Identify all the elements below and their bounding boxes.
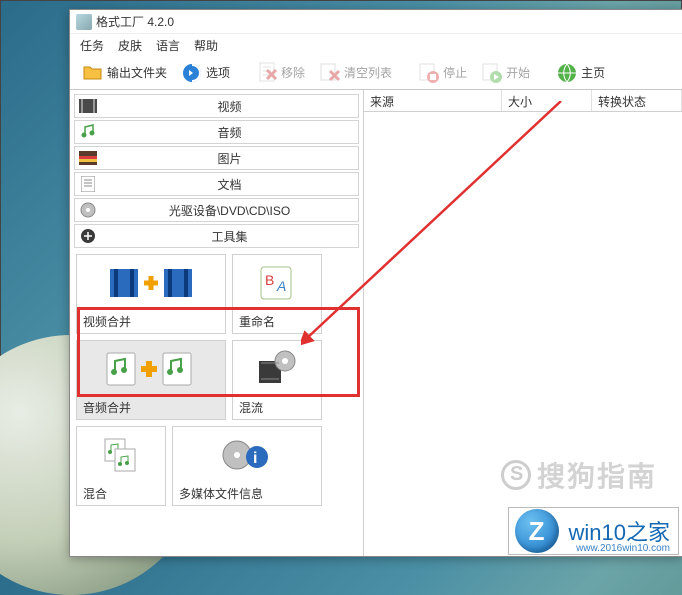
stop-icon [418, 62, 440, 84]
start-icon [481, 62, 503, 84]
menu-skin[interactable]: 皮肤 [118, 37, 142, 54]
mux-icon [233, 341, 321, 396]
app-icon [76, 14, 92, 30]
menu-language[interactable]: 语言 [156, 37, 180, 54]
audio-merge-icon [77, 341, 225, 396]
options-button[interactable]: 选项 [175, 60, 236, 86]
tool-audio-merge[interactable]: 音频合并 [76, 340, 226, 420]
tool-mix[interactable]: 混合 [76, 426, 166, 506]
tools-icon [77, 226, 99, 246]
rename-icon: BA [233, 255, 321, 310]
media-info-icon: i [173, 427, 321, 482]
stop-button[interactable]: 停止 [412, 60, 473, 86]
menu-task[interactable]: 任务 [80, 37, 104, 54]
folder-icon [82, 62, 104, 84]
globe-icon [556, 62, 578, 84]
watermark-sogou: 搜狗指南 [501, 455, 657, 495]
tools-grid: 视频合并 BA 重命名 [74, 250, 359, 510]
video-merge-icon [77, 255, 225, 310]
left-panel: 视频 音频 图片 文档 光驱设备\DVD\CD\ISO 工具集 [70, 90, 364, 556]
remove-button[interactable]: 移除 [250, 60, 311, 86]
win10-logo-icon: Z [515, 509, 559, 553]
category-video[interactable]: 视频 [74, 94, 359, 118]
output-folder-button[interactable]: 输出文件夹 [76, 60, 173, 86]
col-source[interactable]: 来源 [364, 90, 502, 111]
watermark-win10: Z win10之家 www.2016win10.com [508, 507, 679, 555]
window-title: 格式工厂 4.2.0 [96, 13, 174, 30]
category-document[interactable]: 文档 [74, 172, 359, 196]
start-button[interactable]: 开始 [475, 60, 536, 86]
mix-icon [77, 427, 165, 482]
tool-video-merge[interactable]: 视频合并 [76, 254, 226, 334]
svg-text:i: i [253, 450, 257, 467]
svg-text:A: A [276, 278, 286, 294]
tool-media-info[interactable]: i 多媒体文件信息 [172, 426, 322, 506]
list-header: 来源 大小 转换状态 [364, 90, 682, 112]
col-status[interactable]: 转换状态 [592, 90, 682, 111]
disc-icon [77, 200, 99, 220]
category-image[interactable]: 图片 [74, 146, 359, 170]
audio-icon [77, 122, 99, 142]
options-icon [181, 62, 203, 84]
tool-mux[interactable]: 混流 [232, 340, 322, 420]
tool-rename[interactable]: BA 重命名 [232, 254, 322, 334]
col-size[interactable]: 大小 [502, 90, 592, 111]
image-icon [77, 148, 99, 168]
titlebar: 格式工厂 4.2.0 [70, 10, 682, 34]
video-icon [77, 96, 99, 116]
homepage-button[interactable]: 主页 [550, 60, 611, 86]
svg-text:B: B [265, 272, 274, 288]
document-icon [77, 174, 99, 194]
category-tools[interactable]: 工具集 [74, 224, 359, 248]
category-audio[interactable]: 音频 [74, 120, 359, 144]
category-optical[interactable]: 光驱设备\DVD\CD\ISO [74, 198, 359, 222]
clear-icon [319, 62, 341, 84]
clear-list-button[interactable]: 清空列表 [313, 60, 398, 86]
menu-help[interactable]: 帮助 [194, 37, 218, 54]
menubar: 任务 皮肤 语言 帮助 [70, 34, 682, 56]
toolbar: 输出文件夹 选项 移除 清空列表 停止 [70, 56, 682, 90]
sogou-logo-icon [501, 460, 531, 490]
remove-icon [256, 62, 278, 84]
